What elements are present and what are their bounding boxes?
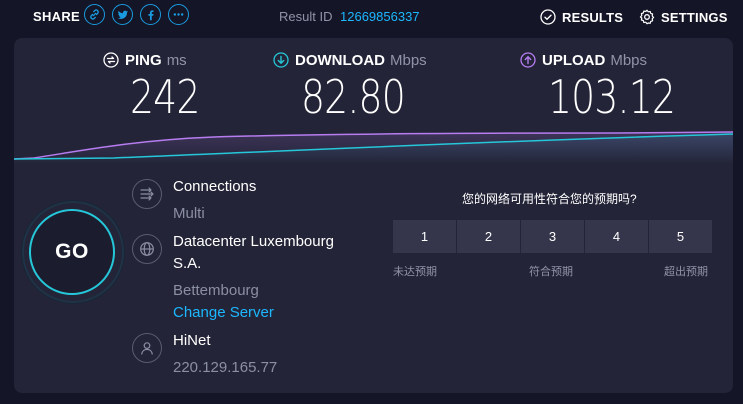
top-bar: SHARE Result ID 12669856337 RESULTS SETT… [0,0,743,34]
download-value: 82.80 [301,70,406,124]
twitter-icon[interactable] [112,4,133,25]
provider-ip: 220.129.165.77 [173,359,278,376]
ping-value: 242 [130,70,200,124]
results-label: RESULTS [562,9,624,25]
rating-label-low: 未达预期 [393,266,437,278]
rating-option-5[interactable]: 5 [649,220,712,253]
settings-button[interactable]: SETTINGS [639,8,728,26]
gear-icon [639,9,655,25]
change-server-link[interactable]: Change Server [173,304,274,321]
rating-option-2[interactable]: 2 [457,220,520,253]
download-label: DOWNLOAD [295,51,385,69]
server-location: Bettembourg [173,282,259,299]
result-card: PING ms 242 DOWNLOAD Mbps 82.80 UPLOAD M… [14,38,733,393]
rating-label-high: 超出预期 [664,266,708,278]
upload-unit: Mbps [610,51,648,69]
ping-icon [103,52,119,68]
connections-title: Connections [173,178,257,195]
share-label: SHARE [33,9,81,24]
ping-unit: ms [166,51,187,69]
globe-icon [132,234,162,264]
download-metric: DOWNLOAD Mbps 82.80 [273,50,428,120]
rating-option-4[interactable]: 4 [585,220,648,253]
connections-value: Multi [173,205,205,222]
upload-value: 103.12 [548,70,676,124]
upload-icon [520,52,536,68]
settings-label: SETTINGS [661,9,728,25]
rating-label-mid: 符合预期 [529,266,573,278]
ping-label: PING [125,51,162,69]
user-icon [132,333,162,363]
server-name-line2: S.A. [173,255,202,272]
provider-name: HiNet [173,332,211,349]
speed-graph [14,131,733,164]
download-unit: Mbps [390,51,427,69]
check-circle-icon [540,9,556,25]
upload-label: UPLOAD [542,51,606,69]
more-icon[interactable] [168,4,189,25]
result-id-label: Result ID [279,9,333,24]
server-name-line1: Datacenter Luxembourg [173,233,334,250]
connections-icon [132,179,162,209]
download-icon [273,52,289,68]
go-button[interactable]: GO [29,209,115,295]
facebook-icon[interactable] [140,4,161,25]
link-icon[interactable] [84,4,105,25]
upload-metric: UPLOAD Mbps 103.12 [520,50,703,120]
rating-option-3[interactable]: 3 [521,220,584,253]
survey-question: 您的网络可用性符合您的预期吗? [462,192,637,206]
result-id-link[interactable]: 12669856337 [340,9,420,24]
results-button[interactable]: RESULTS [540,8,623,26]
rating-option-1[interactable]: 1 [393,220,456,253]
go-label: GO [55,240,89,263]
ping-metric: PING ms 242 [103,50,215,120]
